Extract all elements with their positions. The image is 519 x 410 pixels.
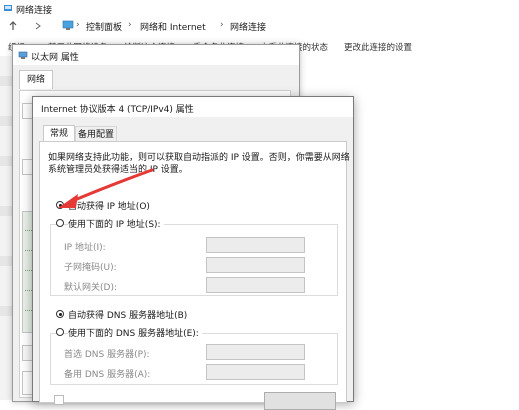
alternate-dns-label: 备用 DNS 服务器(A): <box>64 370 151 380</box>
breadcrumb-network-internet[interactable]: 网络和 Internet <box>140 20 206 33</box>
breadcrumb-control-panel[interactable]: 控制面板 <box>86 20 122 33</box>
tab-general[interactable]: 常规 <box>43 125 75 142</box>
cmd-change-settings[interactable]: 更改此连接的设置 <box>344 41 412 53</box>
ethernet-icon <box>18 50 28 63</box>
window-title: 网络连接 <box>16 6 53 16</box>
ipv4-titlebar: Internet 协议版本 4 (TCP/IPv4) 属性 <box>33 97 353 117</box>
radio-manual-ip[interactable] <box>56 219 64 227</box>
breadcrumb-arrow: › <box>128 20 132 30</box>
subnet-mask-label: 子网掩码(U): <box>64 263 117 273</box>
up-icon[interactable] <box>8 21 18 34</box>
ethernet-titlebar: 以太网 属性 <box>13 45 299 65</box>
auto-dns-label[interactable]: 自动获得 DNS 服务器地址(B) <box>68 308 187 321</box>
ip-address-label: IP 地址(I): <box>64 243 106 253</box>
manual-dns-label[interactable]: 使用下面的 DNS 服务器地址(E): <box>68 326 202 339</box>
ip-address-input[interactable] <box>206 237 305 253</box>
ethernet-title: 以太网 属性 <box>31 53 79 63</box>
default-gateway-input[interactable] <box>206 277 305 293</box>
breadcrumb-arrow: › <box>220 20 224 30</box>
tab-network[interactable]: 网络 <box>19 70 53 89</box>
control-panel-icon <box>62 20 74 34</box>
validate-checkbox[interactable] <box>54 395 64 405</box>
default-gateway-label: 默认网关(D): <box>64 283 117 293</box>
radio-manual-dns[interactable] <box>56 328 64 336</box>
window-titlebar: 网络连接 <box>0 0 519 16</box>
ipv4-title: Internet 协议版本 4 (TCP/IPv4) 属性 <box>41 105 194 115</box>
chevron-right-icon <box>34 21 42 34</box>
advanced-button[interactable] <box>264 392 336 410</box>
preferred-dns-input[interactable] <box>206 344 305 360</box>
breadcrumb-network-connections[interactable]: 网络连接 <box>230 20 266 33</box>
alternate-dns-input[interactable] <box>206 364 305 380</box>
subnet-mask-input[interactable] <box>206 257 305 273</box>
radio-auto-dns[interactable] <box>56 310 64 318</box>
address-bar[interactable]: › 控制面板 › 网络和 Internet › 网络连接 <box>0 16 519 37</box>
ipv4-properties-dialog: Internet 协议版本 4 (TCP/IPv4) 属性 常规 备用配置 如果… <box>32 96 354 410</box>
network-folder-icon <box>3 3 13 16</box>
manual-ip-label[interactable]: 使用下面的 IP 地址(S): <box>68 217 164 230</box>
annotation-arrow <box>58 168 154 208</box>
preferred-dns-label: 首选 DNS 服务器(P): <box>64 350 150 360</box>
ethernet-tab-row: 网络 <box>19 70 291 92</box>
breadcrumb-arrow: › <box>76 20 80 30</box>
